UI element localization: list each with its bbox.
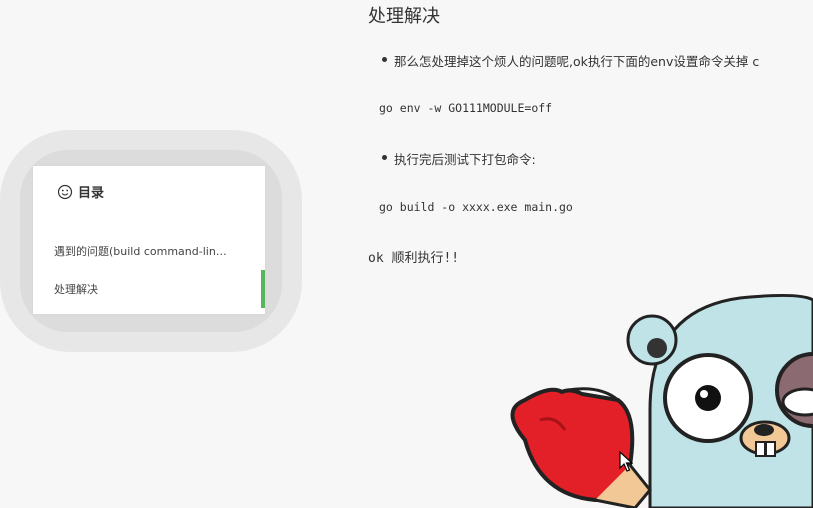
section-heading: 处理解决 (368, 6, 440, 27)
code-block-1: go env -w GO111MODULE=off (379, 101, 553, 115)
result-paragraph: ok 顺利执行!! (368, 251, 460, 266)
toc-active-indicator (261, 270, 265, 308)
gopher-mascot-illustration (510, 293, 813, 508)
toc-item-problem[interactable]: 遇到的问题(build command-lin… (54, 243, 254, 259)
toc-item-solution[interactable]: 处理解决 (54, 281, 254, 297)
code-block-2: go build -o xxxx.exe main.go (379, 200, 573, 214)
toc-header: 目录 (57, 182, 104, 201)
table-of-contents: 目录 遇到的问题(build command-lin… 处理解决 (33, 166, 265, 314)
bullet-item-2: 执行完后测试下打包命令: (382, 149, 536, 168)
smiley-icon (57, 184, 73, 199)
bullet-item-1: 那么怎处理掉这个烦人的问题呢,ok执行下面的env设置命令关掉 c (381, 51, 759, 70)
mouse-cursor-icon (619, 451, 633, 472)
toc-title: 目录 (78, 186, 105, 201)
